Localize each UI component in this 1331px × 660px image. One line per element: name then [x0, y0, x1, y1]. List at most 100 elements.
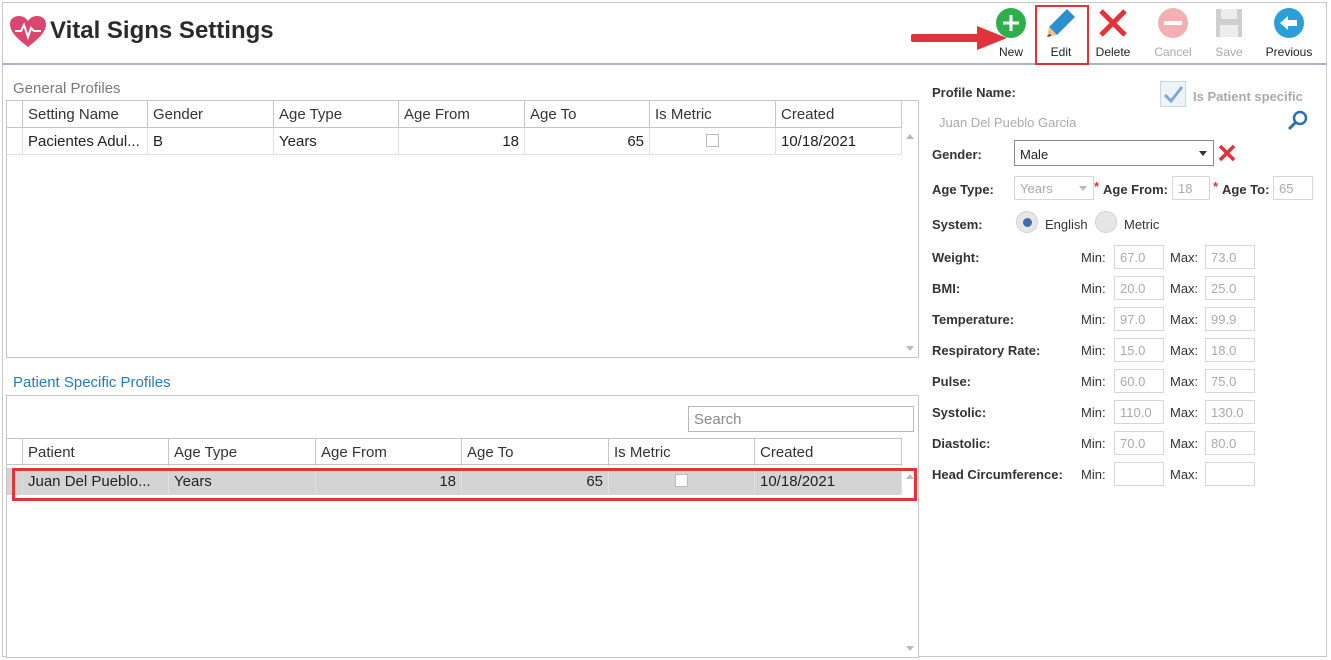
- temperature-max-input[interactable]: 99.9: [1205, 307, 1255, 331]
- row-indicator-header: [7, 101, 23, 128]
- systolic-min-input[interactable]: 110.0: [1114, 400, 1164, 424]
- scroll-down-icon[interactable]: [906, 346, 914, 351]
- chevron-down-icon: [1079, 186, 1087, 191]
- english-label: English: [1045, 217, 1088, 232]
- head-circumference-max-input[interactable]: [1205, 462, 1255, 486]
- new-label: New: [998, 45, 1023, 59]
- vital-label: Pulse:: [932, 374, 972, 389]
- column-header-age-type[interactable]: Age Type: [274, 101, 399, 128]
- max-label: Max:: [1170, 374, 1199, 389]
- table-row[interactable]: Pacientes Adul... B Years 18 65 10/18/20…: [7, 128, 902, 155]
- delete-button[interactable]: Delete: [1093, 7, 1133, 61]
- required-asterisk: *: [1213, 179, 1219, 194]
- previous-button[interactable]: Previous: [1263, 7, 1315, 61]
- min-label: Min:: [1081, 281, 1106, 296]
- min-label: Min:: [1081, 374, 1106, 389]
- age-from-label: Age From:: [1103, 182, 1168, 197]
- checkmark-icon: [1163, 86, 1184, 104]
- gender-value: Male: [1020, 147, 1049, 162]
- previous-label: Previous: [1265, 45, 1313, 59]
- min-label: Min:: [1081, 343, 1106, 358]
- systolic-max-input[interactable]: 130.0: [1205, 400, 1255, 424]
- max-label: Max:: [1170, 250, 1199, 265]
- english-radio[interactable]: [1016, 211, 1038, 233]
- age-to-input[interactable]: 65: [1273, 176, 1313, 200]
- metric-label: Metric: [1124, 217, 1160, 232]
- pulse-min-input[interactable]: 60.0: [1114, 369, 1164, 393]
- cell-age-from: 18: [399, 128, 525, 155]
- row-highlight-box: [12, 468, 917, 501]
- floppy-disk-icon: [1216, 9, 1242, 37]
- column-header-age-to[interactable]: Age To: [462, 439, 609, 466]
- metric-radio[interactable]: [1095, 211, 1117, 233]
- cell-is-metric: [650, 128, 776, 155]
- column-header-patient[interactable]: Patient: [23, 439, 169, 466]
- row-indicator-header: [7, 439, 23, 466]
- save-button[interactable]: Save: [1209, 7, 1249, 61]
- temperature-min-input[interactable]: 97.0: [1114, 307, 1164, 331]
- column-header-gender[interactable]: Gender: [148, 101, 274, 128]
- chevron-down-icon: [1199, 151, 1207, 156]
- cancel-button[interactable]: Cancel: [1151, 7, 1195, 61]
- min-label: Min:: [1081, 405, 1106, 420]
- patient-specific-checkbox[interactable]: [1160, 81, 1186, 107]
- app-window: Vital Signs Settings New Edit Delete Can…: [2, 2, 1327, 658]
- column-header-age-to[interactable]: Age To: [525, 101, 650, 128]
- scroll-down-icon[interactable]: [906, 646, 914, 651]
- is-metric-checkbox[interactable]: [706, 134, 719, 147]
- column-header-age-type[interactable]: Age Type: [169, 439, 316, 466]
- age-type-select[interactable]: Years: [1014, 176, 1094, 200]
- column-header-is-metric[interactable]: Is Metric: [609, 439, 755, 466]
- respiratory-rate-min-input[interactable]: 15.0: [1114, 338, 1164, 362]
- column-header-age-from[interactable]: Age From: [316, 439, 462, 466]
- pulse-max-input[interactable]: 75.0: [1205, 369, 1255, 393]
- weight-min-input[interactable]: 67.0: [1114, 245, 1164, 269]
- scroll-up-icon[interactable]: [906, 134, 914, 139]
- system-label: System:: [932, 217, 983, 232]
- age-type-label: Age Type:: [932, 182, 994, 197]
- edit-highlight-box: [1035, 5, 1089, 65]
- plus-circle-icon: [996, 8, 1026, 38]
- profile-name-field[interactable]: Juan Del Pueblo Garcia: [939, 115, 1076, 130]
- column-header-created[interactable]: Created: [755, 439, 902, 466]
- age-type-value: Years: [1020, 181, 1053, 196]
- vital-label: BMI:: [932, 281, 961, 296]
- cell-setting-name: Pacientes Adul...: [23, 128, 148, 155]
- cell-gender: B: [148, 128, 274, 155]
- diastolic-max-input[interactable]: 80.0: [1205, 431, 1255, 455]
- general-grid-header: Setting Name Gender Age Type Age From Ag…: [7, 101, 902, 128]
- diastolic-min-input[interactable]: 70.0: [1114, 431, 1164, 455]
- bmi-max-input[interactable]: 25.0: [1205, 276, 1255, 300]
- gender-select[interactable]: Male: [1014, 140, 1214, 166]
- column-header-age-from[interactable]: Age From: [399, 101, 525, 128]
- column-header-created[interactable]: Created: [776, 101, 902, 128]
- max-label: Max:: [1170, 312, 1199, 327]
- max-label: Max:: [1170, 436, 1199, 451]
- max-label: Max:: [1170, 281, 1199, 296]
- min-label: Min:: [1081, 467, 1106, 482]
- header-bar: Vital Signs Settings New Edit Delete Can…: [3, 3, 1326, 65]
- new-button[interactable]: New: [993, 7, 1029, 61]
- vital-label: Systolic:: [932, 405, 987, 420]
- profiles-pane: General Profiles Setting Name Gender Age…: [3, 67, 923, 658]
- cancel-label: Cancel: [1154, 45, 1192, 59]
- arrow-left-circle-icon: [1274, 8, 1304, 38]
- patient-grid-header: Patient Age Type Age From Age To Is Metr…: [7, 438, 902, 466]
- respiratory-rate-max-input[interactable]: 18.0: [1205, 338, 1255, 362]
- weight-max-input[interactable]: 73.0: [1205, 245, 1255, 269]
- patient-specific-label: Is Patient specific: [1193, 89, 1303, 104]
- clear-x-icon[interactable]: [1217, 143, 1237, 163]
- general-grid-scrollbar[interactable]: [902, 128, 918, 357]
- save-label: Save: [1215, 45, 1243, 59]
- max-label: Max:: [1170, 405, 1199, 420]
- profile-name-label: Profile Name:: [932, 85, 1016, 100]
- page-title: Vital Signs Settings: [50, 17, 274, 44]
- head-circumference-min-input[interactable]: [1114, 462, 1164, 486]
- column-header-is-metric[interactable]: Is Metric: [650, 101, 776, 128]
- age-to-label: Age To:: [1222, 182, 1270, 197]
- search-icon[interactable]: [1287, 110, 1309, 132]
- age-from-input[interactable]: 18: [1172, 176, 1210, 200]
- column-header-setting-name[interactable]: Setting Name: [23, 101, 148, 128]
- search-input[interactable]: Search: [688, 406, 914, 432]
- bmi-min-input[interactable]: 20.0: [1114, 276, 1164, 300]
